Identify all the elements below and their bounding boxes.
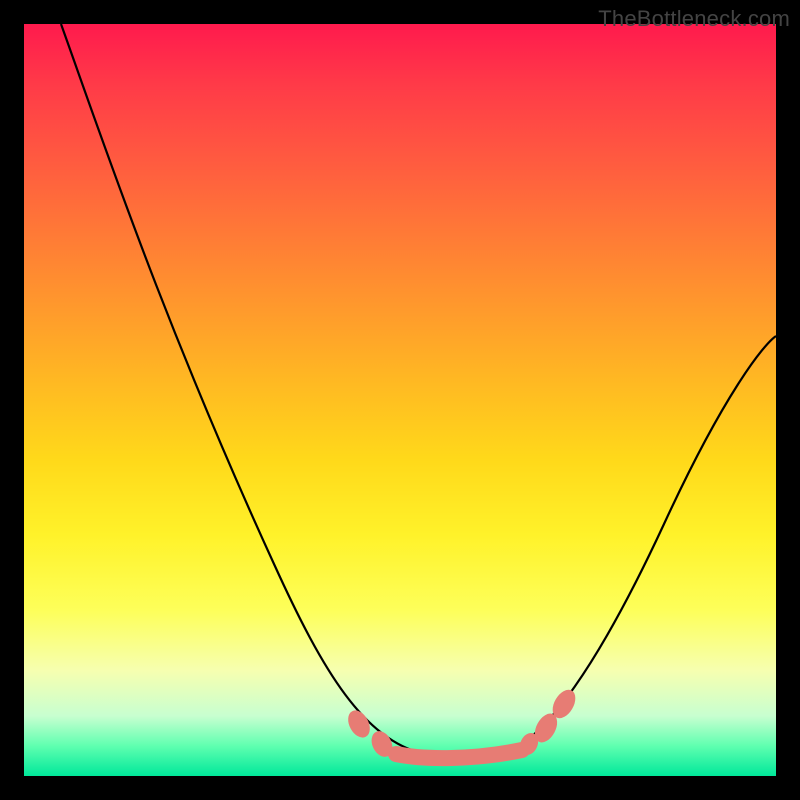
highlight-markers xyxy=(344,687,579,760)
valley-highlight xyxy=(396,750,522,758)
chart-frame: TheBottleneck.com xyxy=(0,0,800,800)
chart-plot-area xyxy=(24,24,776,776)
chart-svg xyxy=(24,24,776,776)
bottleneck-curve xyxy=(61,24,776,758)
